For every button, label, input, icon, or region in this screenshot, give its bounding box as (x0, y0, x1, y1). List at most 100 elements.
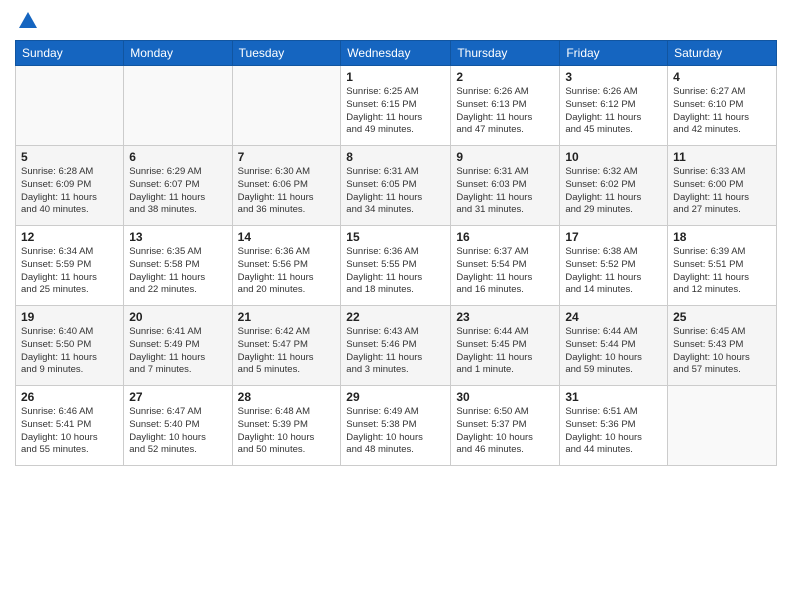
day-info: Sunrise: 6:26 AMSunset: 6:12 PMDaylight:… (565, 86, 662, 137)
calendar-cell: 3 Sunrise: 6:26 AMSunset: 6:12 PMDaylight… (560, 66, 668, 146)
day-info: Sunrise: 6:39 AMSunset: 5:51 PMDaylight:… (673, 246, 771, 297)
day-info: Sunrise: 6:43 AMSunset: 5:46 PMDaylight:… (346, 326, 445, 377)
day-info: Sunrise: 6:37 AMSunset: 5:54 PMDaylight:… (456, 246, 554, 297)
day-info: Sunrise: 6:27 AMSunset: 6:10 PMDaylight:… (673, 86, 771, 137)
calendar-cell: 19 Sunrise: 6:40 AMSunset: 5:50 PMDayligh… (16, 306, 124, 386)
weekday-header-saturday: Saturday (668, 41, 777, 66)
calendar-cell (232, 66, 341, 146)
calendar-cell (16, 66, 124, 146)
week-row-1: 1 Sunrise: 6:25 AMSunset: 6:15 PMDaylight… (16, 66, 777, 146)
calendar-cell: 23 Sunrise: 6:44 AMSunset: 5:45 PMDayligh… (451, 306, 560, 386)
weekday-header-friday: Friday (560, 41, 668, 66)
day-number: 10 (565, 150, 662, 164)
calendar-table: SundayMondayTuesdayWednesdayThursdayFrid… (15, 40, 777, 466)
day-number: 3 (565, 70, 662, 84)
day-number: 13 (129, 230, 226, 244)
day-info: Sunrise: 6:40 AMSunset: 5:50 PMDaylight:… (21, 326, 118, 377)
day-number: 30 (456, 390, 554, 404)
day-number: 15 (346, 230, 445, 244)
day-info: Sunrise: 6:41 AMSunset: 5:49 PMDaylight:… (129, 326, 226, 377)
weekday-header-wednesday: Wednesday (341, 41, 451, 66)
day-number: 14 (238, 230, 336, 244)
week-row-2: 5Sunrise: 6:28 AMSunset: 6:09 PMDaylight… (16, 146, 777, 226)
day-info: Sunrise: 6:35 AMSunset: 5:58 PMDaylight:… (129, 246, 226, 297)
calendar-cell: 5Sunrise: 6:28 AMSunset: 6:09 PMDaylight… (16, 146, 124, 226)
day-number: 12 (21, 230, 118, 244)
day-number: 18 (673, 230, 771, 244)
day-number: 17 (565, 230, 662, 244)
calendar-cell: 15 Sunrise: 6:36 AMSunset: 5:55 PMDayligh… (341, 226, 451, 306)
calendar-cell (668, 386, 777, 466)
calendar-cell: 24 Sunrise: 6:44 AMSunset: 5:44 PMDayligh… (560, 306, 668, 386)
weekday-header-tuesday: Tuesday (232, 41, 341, 66)
day-info: Sunrise: 6:36 AMSunset: 5:55 PMDaylight:… (346, 246, 445, 297)
day-number: 6 (129, 150, 226, 164)
day-number: 8 (346, 150, 445, 164)
day-info: Sunrise: 6:33 AMSunset: 6:00 PMDaylight:… (673, 166, 771, 217)
day-info: Sunrise: 6:26 AMSunset: 6:13 PMDaylight:… (456, 86, 554, 137)
day-info: Sunrise: 6:29 AMSunset: 6:07 PMDaylight:… (129, 166, 226, 217)
day-number: 28 (238, 390, 336, 404)
day-number: 11 (673, 150, 771, 164)
logo-icon (17, 10, 39, 32)
calendar-cell: 13 Sunrise: 6:35 AMSunset: 5:58 PMDayligh… (124, 226, 232, 306)
week-row-5: 26 Sunrise: 6:46 AMSunset: 5:41 PMDayligh… (16, 386, 777, 466)
calendar-cell: 4Sunrise: 6:27 AMSunset: 6:10 PMDaylight… (668, 66, 777, 146)
logo (15, 10, 39, 32)
calendar-cell: 26 Sunrise: 6:46 AMSunset: 5:41 PMDayligh… (16, 386, 124, 466)
calendar-cell: 30Sunrise: 6:50 AMSunset: 5:37 PMDayligh… (451, 386, 560, 466)
calendar-cell: 16Sunrise: 6:37 AMSunset: 5:54 PMDayligh… (451, 226, 560, 306)
day-info: Sunrise: 6:36 AMSunset: 5:56 PMDaylight:… (238, 246, 336, 297)
day-info: Sunrise: 6:31 AMSunset: 6:05 PMDaylight:… (346, 166, 445, 217)
calendar-cell: 9 Sunrise: 6:31 AMSunset: 6:03 PMDaylight… (451, 146, 560, 226)
weekday-header-row: SundayMondayTuesdayWednesdayThursdayFrid… (16, 41, 777, 66)
day-number: 31 (565, 390, 662, 404)
calendar-cell: 25Sunrise: 6:45 AMSunset: 5:43 PMDayligh… (668, 306, 777, 386)
day-number: 1 (346, 70, 445, 84)
calendar-cell: 1 Sunrise: 6:25 AMSunset: 6:15 PMDaylight… (341, 66, 451, 146)
day-info: Sunrise: 6:32 AMSunset: 6:02 PMDaylight:… (565, 166, 662, 217)
day-info: Sunrise: 6:34 AMSunset: 5:59 PMDaylight:… (21, 246, 118, 297)
day-number: 23 (456, 310, 554, 324)
calendar-cell: 8 Sunrise: 6:31 AMSunset: 6:05 PMDaylight… (341, 146, 451, 226)
day-number: 25 (673, 310, 771, 324)
header-row (15, 10, 777, 32)
day-number: 2 (456, 70, 554, 84)
day-info: Sunrise: 6:44 AMSunset: 5:44 PMDaylight:… (565, 326, 662, 377)
day-number: 24 (565, 310, 662, 324)
day-info: Sunrise: 6:30 AMSunset: 6:06 PMDaylight:… (238, 166, 336, 217)
day-number: 7 (238, 150, 336, 164)
day-number: 9 (456, 150, 554, 164)
weekday-header-thursday: Thursday (451, 41, 560, 66)
calendar-cell: 31Sunrise: 6:51 AMSunset: 5:36 PMDayligh… (560, 386, 668, 466)
calendar-cell: 6 Sunrise: 6:29 AMSunset: 6:07 PMDaylight… (124, 146, 232, 226)
day-number: 5 (21, 150, 118, 164)
calendar-cell: 21 Sunrise: 6:42 AMSunset: 5:47 PMDayligh… (232, 306, 341, 386)
day-info: Sunrise: 6:38 AMSunset: 5:52 PMDaylight:… (565, 246, 662, 297)
calendar-cell: 29Sunrise: 6:49 AMSunset: 5:38 PMDayligh… (341, 386, 451, 466)
week-row-4: 19 Sunrise: 6:40 AMSunset: 5:50 PMDayligh… (16, 306, 777, 386)
day-info: Sunrise: 6:42 AMSunset: 5:47 PMDaylight:… (238, 326, 336, 377)
day-info: Sunrise: 6:48 AMSunset: 5:39 PMDaylight:… (238, 406, 336, 457)
week-row-3: 12 Sunrise: 6:34 AMSunset: 5:59 PMDayligh… (16, 226, 777, 306)
day-info: Sunrise: 6:25 AMSunset: 6:15 PMDaylight:… (346, 86, 445, 137)
calendar-cell: 11 Sunrise: 6:33 AMSunset: 6:00 PMDayligh… (668, 146, 777, 226)
day-number: 19 (21, 310, 118, 324)
day-info: Sunrise: 6:31 AMSunset: 6:03 PMDaylight:… (456, 166, 554, 217)
day-number: 21 (238, 310, 336, 324)
day-info: Sunrise: 6:44 AMSunset: 5:45 PMDaylight:… (456, 326, 554, 377)
calendar-cell: 10 Sunrise: 6:32 AMSunset: 6:02 PMDayligh… (560, 146, 668, 226)
page-container: SundayMondayTuesdayWednesdayThursdayFrid… (0, 0, 792, 476)
day-number: 26 (21, 390, 118, 404)
calendar-cell: 27Sunrise: 6:47 AMSunset: 5:40 PMDayligh… (124, 386, 232, 466)
day-info: Sunrise: 6:47 AMSunset: 5:40 PMDaylight:… (129, 406, 226, 457)
calendar-cell: 22Sunrise: 6:43 AMSunset: 5:46 PMDayligh… (341, 306, 451, 386)
calendar-cell: 20Sunrise: 6:41 AMSunset: 5:49 PMDayligh… (124, 306, 232, 386)
weekday-header-sunday: Sunday (16, 41, 124, 66)
day-info: Sunrise: 6:46 AMSunset: 5:41 PMDaylight:… (21, 406, 118, 457)
day-info: Sunrise: 6:49 AMSunset: 5:38 PMDaylight:… (346, 406, 445, 457)
calendar-cell: 2 Sunrise: 6:26 AMSunset: 6:13 PMDaylight… (451, 66, 560, 146)
calendar-cell (124, 66, 232, 146)
calendar-cell: 12 Sunrise: 6:34 AMSunset: 5:59 PMDayligh… (16, 226, 124, 306)
calendar-cell: 28 Sunrise: 6:48 AMSunset: 5:39 PMDayligh… (232, 386, 341, 466)
